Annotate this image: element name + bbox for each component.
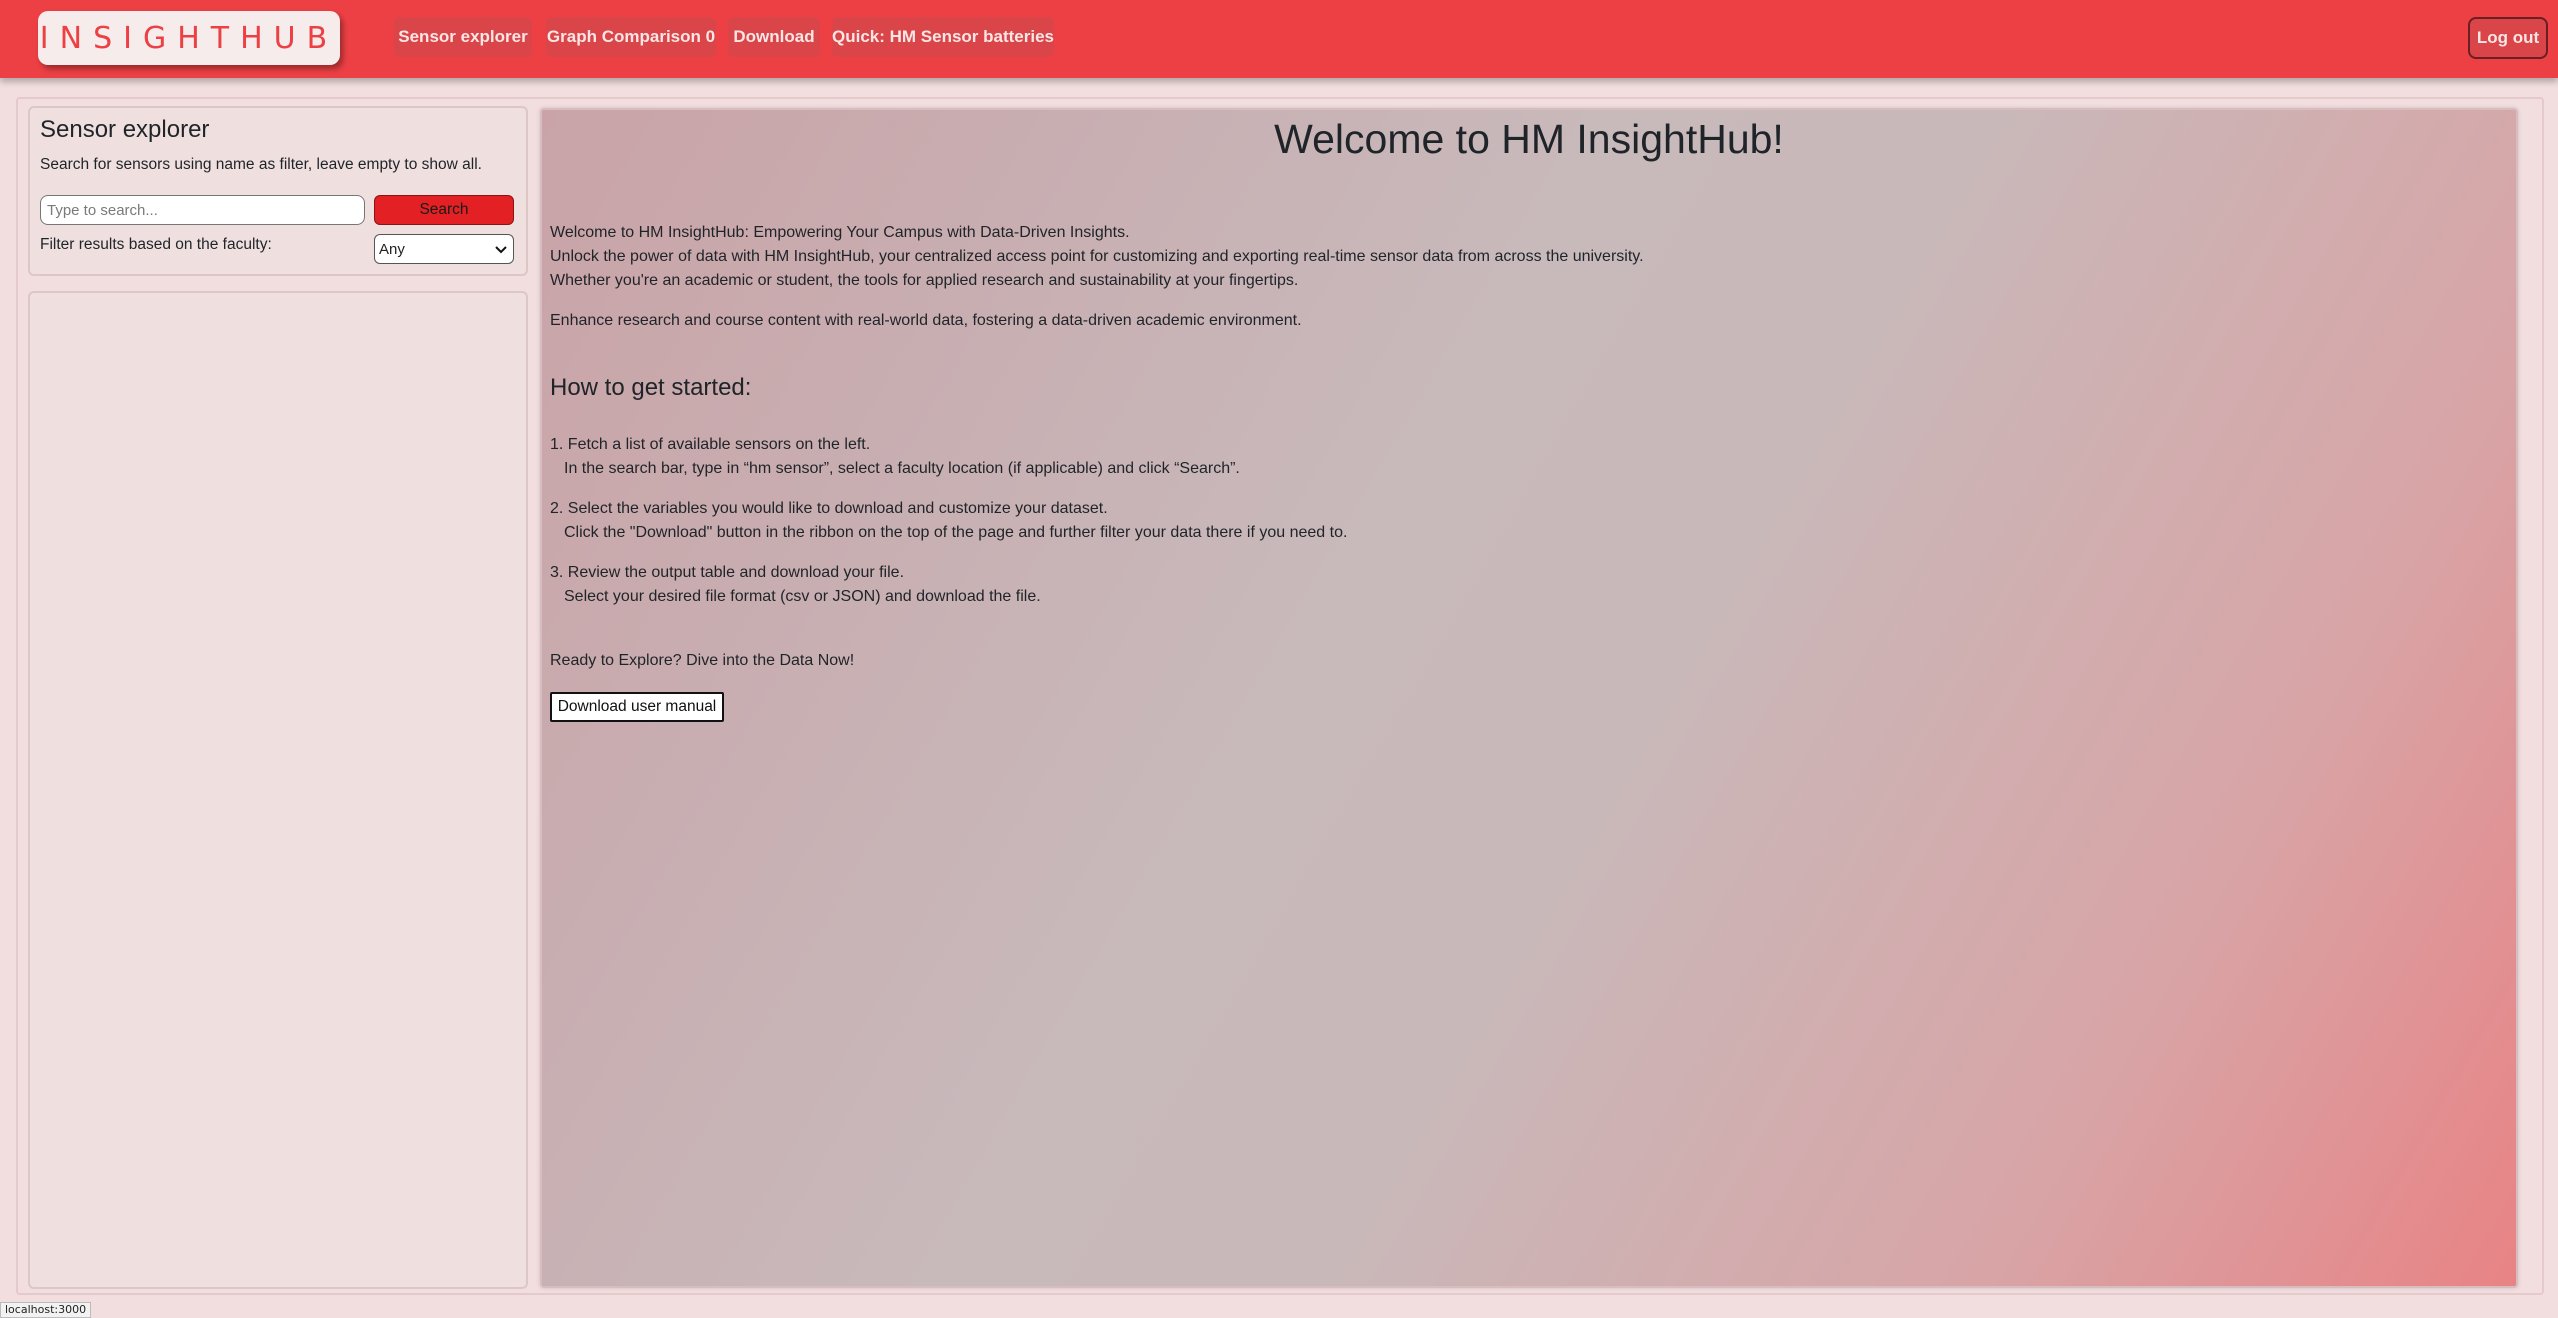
logo[interactable]: INSIGHTHUB	[38, 11, 340, 65]
step-2-detail: Click the "Download" button in the ribbo…	[564, 524, 1348, 541]
step-3-title: 3. Review the output table and download …	[550, 564, 905, 581]
sidebar-title: Sensor explorer	[40, 116, 210, 143]
page-title: Welcome to HM InsightHub!	[1274, 116, 1784, 162]
logout-button[interactable]: Log out	[2468, 17, 2548, 59]
chevron-down-icon	[495, 241, 507, 258]
intro-line-3: Whether you're an academic or student, t…	[550, 272, 1299, 289]
enhance-text: Enhance research and course content with…	[550, 312, 1302, 329]
step-3-detail: Select your desired file format (csv or …	[564, 588, 1041, 605]
faculty-filter-label: Filter results based on the faculty:	[40, 236, 272, 253]
search-input[interactable]	[40, 195, 365, 225]
status-bar-url: localhost:3000	[0, 1302, 92, 1318]
intro-line-2: Unlock the power of data with HM Insight…	[550, 248, 1644, 265]
nav-sensor-explorer[interactable]: Sensor explorer	[394, 17, 532, 57]
sidebar-description: Search for sensors using name as filter,…	[40, 156, 482, 173]
step-1-detail: In the search bar, type in “hm sensor”, …	[564, 460, 1240, 477]
top-navbar: INSIGHTHUB Sensor explorer Graph Compari…	[0, 0, 2558, 78]
step-2-title: 2. Select the variables you would like t…	[550, 500, 1108, 517]
nav-download[interactable]: Download	[728, 17, 820, 57]
sensor-search-panel: Sensor explorer Search for sensors using…	[28, 106, 528, 276]
welcome-panel: Welcome to HM InsightHub! Welcome to HM …	[540, 108, 2518, 1288]
faculty-select-value: Any	[379, 240, 405, 258]
sensor-results-panel	[28, 291, 528, 1289]
how-to-heading: How to get started:	[550, 374, 752, 401]
faculty-select[interactable]: Any	[374, 234, 514, 264]
nav-quick-hm-sensor-batteries[interactable]: Quick: HM Sensor batteries	[832, 17, 1054, 57]
intro-line-1: Welcome to HM InsightHub: Empowering You…	[550, 224, 1130, 241]
search-button[interactable]: Search	[374, 195, 514, 225]
step-1-title: 1. Fetch a list of available sensors on …	[550, 436, 871, 453]
nav-graph-comparison[interactable]: Graph Comparison 0	[546, 17, 716, 57]
ready-text: Ready to Explore? Dive into the Data Now…	[550, 652, 855, 669]
download-user-manual-button[interactable]: Download user manual	[550, 692, 724, 722]
